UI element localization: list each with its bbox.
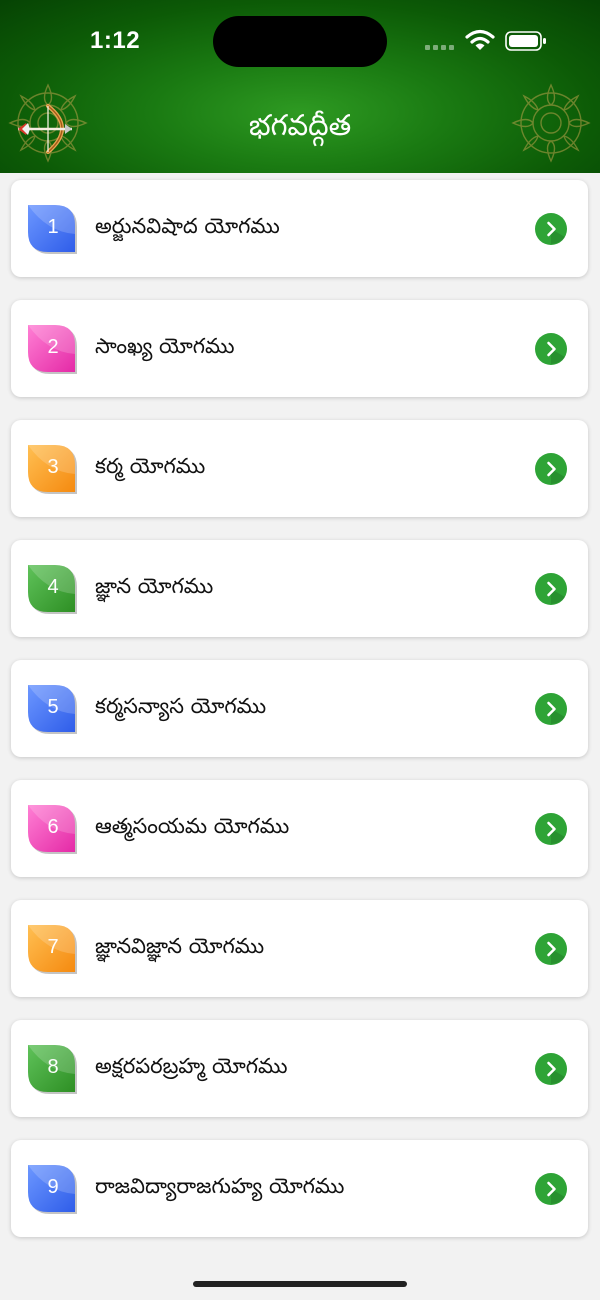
chapter-title: అక్షరపరబ్రహ్మ యోగము (95, 1054, 288, 1078)
chapter-title: ఆత్మసంయమ యోగము (95, 814, 290, 838)
chevron-right-icon[interactable] (535, 693, 567, 725)
chevron-right-icon[interactable] (535, 573, 567, 605)
chapter-number-badge: 3 (27, 444, 79, 496)
chapter-number: 8 (47, 1056, 59, 1078)
chapter-number-badge: 7 (27, 924, 79, 976)
page-title: భగవద్గీత (248, 108, 352, 142)
chapter-title: రాజవిద్యారాజగుహ్య యోగము (95, 1174, 345, 1198)
chapter-row[interactable]: 6 ఆత్మసంయమ యోగము (11, 780, 588, 877)
chapter-title: కర్మ యోగము (95, 454, 206, 478)
chapter-number: 9 (47, 1176, 59, 1198)
chapter-row[interactable]: 4 జ్ఞాన యోగము (11, 540, 588, 637)
chapter-row[interactable]: 5 కర్మసన్యాస యోగము (11, 660, 588, 757)
home-indicator[interactable] (193, 1281, 407, 1287)
chapter-title: కర్మసన్యాస యోగము (95, 694, 267, 718)
chapter-number: 7 (47, 936, 59, 958)
chapter-number: 4 (47, 576, 59, 598)
dynamic-island (213, 16, 387, 67)
chevron-right-icon[interactable] (535, 1053, 567, 1085)
cellular-signal-icon (425, 45, 457, 51)
status-time: 1:12 (90, 27, 141, 54)
chapter-title: జ్ఞానవిజ్ఞాన యోగము (95, 934, 265, 958)
chapter-row[interactable]: 9 రాజవిద్యారాజగుహ్య యోగము (11, 1140, 588, 1237)
chapter-number: 5 (47, 696, 59, 718)
chapter-number-badge: 1 (27, 204, 79, 256)
chapter-row[interactable]: 8 అక్షరపరబ్రహ్మ యోగము (11, 1020, 588, 1117)
app-header: 1:12 భగవద్గీత (0, 0, 600, 173)
chapter-row[interactable]: 7 జ్ఞానవిజ్ఞాన యోగము (11, 900, 588, 997)
chapter-number: 1 (47, 216, 59, 238)
chapter-number: 6 (47, 816, 59, 838)
chapter-row[interactable]: 1 అర్జునవిషాద యోగము (11, 180, 588, 277)
chapter-row[interactable]: 3 కర్మ యోగము (11, 420, 588, 517)
chapter-number-badge: 9 (27, 1164, 79, 1216)
status-bar: 1:12 (0, 0, 600, 82)
chapter-title: జ్ఞాన యోగము (95, 574, 214, 598)
chapter-number-badge: 6 (27, 804, 79, 856)
chapter-number: 3 (47, 456, 59, 478)
chevron-right-icon[interactable] (535, 213, 567, 245)
chapter-number-badge: 4 (27, 564, 79, 616)
chevron-right-icon[interactable] (535, 813, 567, 845)
chapter-number: 2 (47, 336, 59, 358)
chapter-number-badge: 5 (27, 684, 79, 736)
battery-icon (505, 31, 546, 51)
chevron-right-icon[interactable] (535, 453, 567, 485)
chapter-title: సాంఖ్య యోగము (95, 334, 235, 358)
chapter-number-badge: 2 (27, 324, 79, 376)
chapter-number-badge: 8 (27, 1044, 79, 1096)
chapter-row[interactable]: 2 సాంఖ్య యోగము (11, 300, 588, 397)
chevron-right-icon[interactable] (535, 1173, 567, 1205)
chapter-title: అర్జునవిషాద యోగము (95, 214, 280, 238)
wifi-icon (465, 29, 495, 50)
chevron-right-icon[interactable] (535, 333, 567, 365)
chevron-right-icon[interactable] (535, 933, 567, 965)
